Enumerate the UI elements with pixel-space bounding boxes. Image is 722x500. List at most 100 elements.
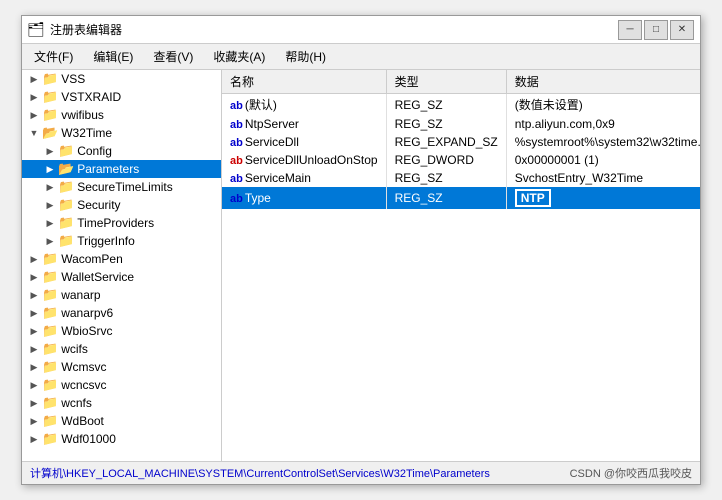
cell-data: ntp.aliyun.com,0x9	[506, 115, 700, 133]
maximize-button[interactable]: □	[644, 20, 668, 40]
folder-icon-walletservice: 📁	[42, 269, 58, 285]
title-bar: 🗂 注册表编辑器 ─ □ ✕	[22, 16, 700, 44]
tree-arrow-wanarp: ▶	[26, 290, 42, 301]
tree-label-vstxraid: VSTXRAID	[61, 90, 121, 104]
cell-type: REG_DWORD	[386, 151, 506, 169]
table-row[interactable]: abServiceDllUnloadOnStopREG_DWORD0x00000…	[222, 151, 700, 169]
tree-arrow-vwifibus: ▶	[26, 110, 42, 121]
table-row[interactable]: abServiceDllREG_EXPAND_SZ%systemroot%\sy…	[222, 133, 700, 151]
tree-item-walletservice[interactable]: ▶ 📁 WalletService	[22, 268, 221, 286]
reg-type-icon: ab	[230, 173, 243, 185]
minimize-button[interactable]: ─	[618, 20, 642, 40]
tree-item-wdboot[interactable]: ▶ 📁 WdBoot	[22, 412, 221, 430]
folder-icon-wcncsvc: 📁	[42, 377, 58, 393]
tree-label-wdboot: WdBoot	[61, 414, 104, 428]
ntp-value-highlight: NTP	[515, 189, 551, 207]
cell-type: REG_SZ	[386, 94, 506, 116]
tree-arrow-wbiosrvc: ▶	[26, 326, 42, 337]
tree-arrow-wacompen: ▶	[26, 254, 42, 265]
column-header-type[interactable]: 类型	[386, 70, 506, 94]
folder-icon-wanarp: 📁	[42, 287, 58, 303]
tree-item-security[interactable]: ▶ 📁 Security	[22, 196, 221, 214]
tree-item-w32time[interactable]: ▼ 📂 W32Time	[22, 124, 221, 142]
tree-label-timeproviders: TimeProviders	[77, 216, 154, 230]
tree-label-securetime: SecureTimeLimits	[77, 180, 173, 194]
tree-label-wdf01000: Wdf01000	[61, 432, 116, 446]
cell-name: abServiceDllUnloadOnStop	[222, 151, 386, 169]
tree-arrow-wdf01000: ▶	[26, 434, 42, 445]
column-header-data[interactable]: 数据	[506, 70, 700, 94]
title-bar-left: 🗂 注册表编辑器	[28, 21, 122, 38]
tree-arrow-securetime: ▶	[42, 182, 58, 193]
tree-arrow-security: ▶	[42, 200, 58, 211]
reg-type-icon: ab	[230, 155, 243, 167]
folder-icon-security: 📁	[58, 197, 74, 213]
folder-icon-securetime: 📁	[58, 179, 74, 195]
tree-item-wcifs[interactable]: ▶ 📁 wcifs	[22, 340, 221, 358]
tree-item-wbiosrvc[interactable]: ▶ 📁 WbioSrvc	[22, 322, 221, 340]
tree-label-wcnfs: wcnfs	[61, 396, 92, 410]
table-row[interactable]: ab(默认)REG_SZ(数值未设置)	[222, 94, 700, 116]
tree-arrow-timeproviders: ▶	[42, 218, 58, 229]
tree-arrow-parameters: ▶	[42, 164, 58, 175]
tree-arrow-wcnfs: ▶	[26, 398, 42, 409]
main-content: ▶ 📁 VSS ▶ 📁 VSTXRAID ▶ 📁 vwifibus ▼ 📂 W3…	[22, 70, 700, 461]
menu-edit[interactable]: 编辑(E)	[85, 46, 141, 67]
tree-item-wdf01000[interactable]: ▶ 📁 Wdf01000	[22, 430, 221, 448]
folder-icon-vwifibus: 📁	[42, 107, 58, 123]
folder-icon-config: 📁	[58, 143, 74, 159]
folder-icon-wdf01000: 📁	[42, 431, 58, 447]
table-row[interactable]: abTypeREG_SZNTP	[222, 187, 700, 209]
tree-arrow-wcmsvc: ▶	[26, 362, 42, 373]
folder-icon-wdboot: 📁	[42, 413, 58, 429]
reg-type-icon: ab	[230, 100, 243, 112]
cell-name: ab(默认)	[222, 94, 386, 116]
tree-item-vwifibus[interactable]: ▶ 📁 vwifibus	[22, 106, 221, 124]
tree-label-wcmsvc: Wcmsvc	[61, 360, 106, 374]
tree-arrow-wdboot: ▶	[26, 416, 42, 427]
table-row[interactable]: abNtpServerREG_SZntp.aliyun.com,0x9	[222, 115, 700, 133]
tree-item-securetime[interactable]: ▶ 📁 SecureTimeLimits	[22, 178, 221, 196]
tree-label-wacompen: WacomPen	[61, 252, 123, 266]
tree-arrow-wcncsvc: ▶	[26, 380, 42, 391]
cell-type: REG_SZ	[386, 169, 506, 187]
tree-arrow-walletservice: ▶	[26, 272, 42, 283]
tree-item-vss[interactable]: ▶ 📁 VSS	[22, 70, 221, 88]
tree-arrow-vstxraid: ▶	[26, 92, 42, 103]
app-icon: 🗂	[28, 22, 44, 38]
tree-item-wcncsvc[interactable]: ▶ 📁 wcncsvc	[22, 376, 221, 394]
table-row[interactable]: abServiceMainREG_SZSvchostEntry_W32Time	[222, 169, 700, 187]
tree-item-parameters[interactable]: ▶ 📂 Parameters	[22, 160, 221, 178]
tree-item-wcnfs[interactable]: ▶ 📁 wcnfs	[22, 394, 221, 412]
tree-item-triggerinfo[interactable]: ▶ 📁 TriggerInfo	[22, 232, 221, 250]
cell-type: REG_SZ	[386, 187, 506, 209]
folder-icon-wcnfs: 📁	[42, 395, 58, 411]
menu-file[interactable]: 文件(F)	[26, 46, 81, 67]
tree-arrow-w32time: ▼	[26, 128, 42, 138]
cell-name: abServiceMain	[222, 169, 386, 187]
menu-favorites[interactable]: 收藏夹(A)	[205, 46, 273, 67]
column-header-name[interactable]: 名称	[222, 70, 386, 94]
reg-type-icon: ab	[230, 137, 243, 149]
tree-arrow-wanarpv6: ▶	[26, 308, 42, 319]
menu-help[interactable]: 帮助(H)	[277, 46, 334, 67]
tree-item-wanarpv6[interactable]: ▶ 📁 wanarpv6	[22, 304, 221, 322]
tree-item-wanarp[interactable]: ▶ 📁 wanarp	[22, 286, 221, 304]
status-path: 计算机\HKEY_LOCAL_MACHINE\SYSTEM\CurrentCon…	[30, 465, 490, 481]
tree-label-wcifs: wcifs	[61, 342, 88, 356]
tree-arrow-config: ▶	[42, 146, 58, 157]
registry-values-panel: 名称 类型 数据 ab(默认)REG_SZ(数值未设置)abNtpServerR…	[222, 70, 700, 461]
reg-type-icon: ab	[230, 119, 243, 131]
tree-arrow-triggerinfo: ▶	[42, 236, 58, 247]
tree-item-timeproviders[interactable]: ▶ 📁 TimeProviders	[22, 214, 221, 232]
tree-item-vstxraid[interactable]: ▶ 📁 VSTXRAID	[22, 88, 221, 106]
cell-type: REG_EXPAND_SZ	[386, 133, 506, 151]
tree-item-config[interactable]: ▶ 📁 Config	[22, 142, 221, 160]
tree-item-wcmsvc[interactable]: ▶ 📁 Wcmsvc	[22, 358, 221, 376]
close-button[interactable]: ✕	[670, 20, 694, 40]
menu-view[interactable]: 查看(V)	[145, 46, 201, 67]
folder-icon-vss: 📁	[42, 71, 58, 87]
registry-editor-window: 🗂 注册表编辑器 ─ □ ✕ 文件(F) 编辑(E) 查看(V) 收藏夹(A) …	[21, 15, 701, 485]
cell-data: (数值未设置)	[506, 94, 700, 116]
tree-item-wacompen[interactable]: ▶ 📁 WacomPen	[22, 250, 221, 268]
